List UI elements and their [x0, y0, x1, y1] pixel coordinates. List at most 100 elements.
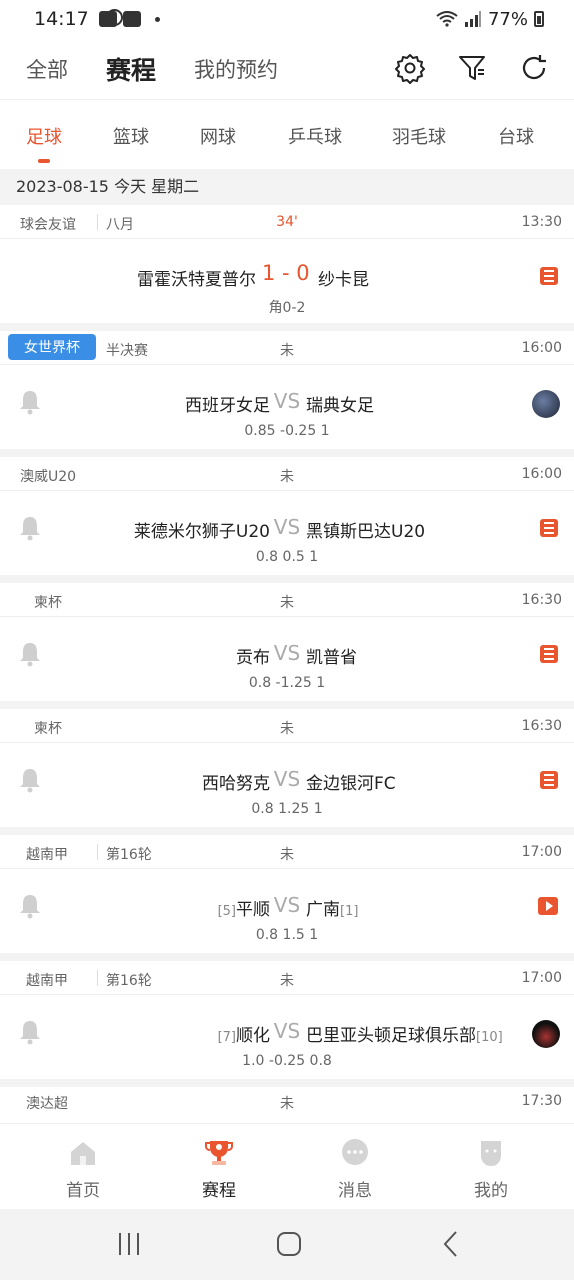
corner-score: 角0-2: [268, 300, 306, 316]
match-minute: 34': [276, 214, 298, 230]
nav-profile[interactable]: 我的: [441, 1138, 541, 1201]
nav-home[interactable]: 首页: [33, 1138, 133, 1201]
away-rank: [1]: [340, 904, 359, 919]
sync-icon: [106, 9, 123, 26]
gear-icon: [395, 54, 425, 84]
avatar[interactable]: [532, 1020, 560, 1048]
away-team: 巴里亚头顿足球俱乐部: [306, 1026, 476, 1046]
sport-tabs: 足球 篮球 网球 乒乓球 羽毛球 台球: [0, 101, 574, 169]
battery-icon: [534, 11, 544, 27]
system-nav-bar: [0, 1209, 574, 1280]
video-icon[interactable]: [538, 897, 558, 915]
signal-icon: [464, 11, 481, 27]
battery-level: 77%: [487, 8, 528, 30]
home-team: 西班牙女足: [185, 396, 270, 416]
away-team: 黑镇斯巴达U20: [306, 522, 426, 542]
top-nav: 全部 赛程 我的预约: [0, 38, 574, 100]
home-team: 莱德米尔狮子U20: [133, 522, 270, 542]
date-header: 2023-08-15 今天 星期二: [0, 169, 574, 205]
match-card[interactable]: 越南甲 第16轮 未 17:00 [5]平顺 VS 广南[1] 0.8 1.5 …: [0, 835, 574, 961]
news-icon[interactable]: [540, 519, 558, 537]
home-button[interactable]: [274, 1229, 304, 1259]
match-state: 未: [280, 973, 294, 989]
match-time: 17:00: [521, 970, 562, 986]
match-time: 17:00: [521, 844, 562, 860]
tab-all[interactable]: 全部: [26, 54, 68, 84]
filter-button[interactable]: [454, 50, 490, 86]
match-odds: 0.8 1.25 1: [251, 801, 323, 817]
match-card[interactable]: 柬杯 未 16:30 西哈努克 VS 金边银河FC 0.8 1.25 1: [0, 709, 574, 835]
avatar[interactable]: [532, 390, 560, 418]
filter-icon: [459, 56, 485, 80]
home-team: 西哈努克: [202, 774, 270, 794]
back-button[interactable]: [436, 1229, 466, 1259]
match-time: 16:30: [521, 592, 562, 608]
match-card[interactable]: 澳威U20 未 16:00 莱德米尔狮子U20 VS 黑镇斯巴达U20 0.8 …: [0, 457, 574, 583]
match-header: 女世界杯 半决赛 未 16:00: [0, 331, 574, 365]
sport-tab-table-tennis[interactable]: 乒乓球: [288, 123, 342, 149]
match-header: 澳威U20 未 16:00: [0, 457, 574, 491]
nav-home-label: 首页: [66, 1181, 100, 1201]
home-team: 贡布: [236, 648, 270, 668]
match-card[interactable]: 柬杯 未 16:30 贡布 VS 凯普省 0.8 -1.25 1: [0, 583, 574, 709]
sport-tab-badminton[interactable]: 羽毛球: [392, 123, 446, 149]
match-header: 柬杯 未 16:30: [0, 583, 574, 617]
settings-button[interactable]: [392, 50, 428, 86]
home-team-with-rank: [7]顺化: [218, 1021, 270, 1046]
trophy-icon: [205, 1141, 233, 1165]
match-teams: [7]顺化 VS 巴里亚头顿足球俱乐部[10]: [0, 1019, 574, 1049]
away-team: 金边银河FC: [306, 774, 396, 794]
match-state: 未: [280, 469, 294, 485]
sport-tab-football[interactable]: 足球: [26, 123, 62, 149]
away-team-with-rank: 巴里亚头顿足球俱乐部[10]: [306, 1021, 503, 1046]
refresh-icon: [522, 55, 546, 80]
match-list: 球会友谊 八月 34' 13:30 雷霍沃特夏普尔 1 - 0 纱卡昆 角0-2…: [0, 205, 574, 1087]
user-icon: [481, 1141, 501, 1166]
match-time: 13:30: [521, 214, 562, 230]
away-team: 凯普省: [306, 648, 357, 668]
status-time: 14:17: [34, 8, 89, 30]
match-teams: 西班牙女足 VS 瑞典女足: [0, 389, 574, 419]
nav-schedule-label: 赛程: [202, 1181, 236, 1201]
match-odds: 0.8 -1.25 1: [248, 675, 326, 691]
match-header: 球会友谊 八月 34' 13:30: [0, 205, 574, 239]
match-odds: 0.8 1.5 1: [255, 927, 319, 943]
news-icon[interactable]: [540, 267, 558, 285]
vs-label: VS: [273, 515, 301, 539]
match-header: 越南甲 第16轮 未 17:00: [0, 835, 574, 869]
match-teams: 西哈努克 VS 金边银河FC: [0, 767, 574, 797]
active-tab-indicator: [38, 159, 50, 163]
match-teams: 莱德米尔狮子U20 VS 黑镇斯巴达U20: [0, 515, 574, 545]
match-odds: 1.0 -0.25 0.8: [242, 1053, 332, 1069]
match-card[interactable]: 球会友谊 八月 34' 13:30 雷霍沃特夏普尔 1 - 0 纱卡昆 角0-2: [0, 205, 574, 331]
away-rank: [10]: [476, 1030, 503, 1045]
news-icon[interactable]: [540, 771, 558, 789]
home-rank: [5]: [217, 904, 236, 919]
nav-messages[interactable]: 消息: [305, 1138, 405, 1201]
tab-schedule[interactable]: 赛程: [106, 51, 156, 87]
wifi-icon: [436, 11, 458, 27]
tab-my-reservations[interactable]: 我的预约: [194, 54, 278, 84]
home-icon: [71, 1142, 95, 1165]
refresh-button[interactable]: [516, 50, 552, 86]
news-icon[interactable]: [540, 645, 558, 663]
app-notification-icon: [122, 11, 141, 27]
match-state: 未: [280, 343, 294, 359]
sport-tab-tennis[interactable]: 网球: [200, 123, 236, 149]
home-team: 顺化: [236, 1026, 270, 1046]
nav-messages-label: 消息: [338, 1181, 372, 1201]
away-team: 广南: [306, 900, 340, 920]
match-time: 16:00: [521, 340, 562, 356]
match-state: 未: [280, 595, 294, 611]
away-team: 瑞典女足: [306, 396, 374, 416]
match-state: 未: [280, 847, 294, 863]
sport-tab-billiards[interactable]: 台球: [498, 123, 534, 149]
recent-apps-button[interactable]: [114, 1229, 144, 1259]
match-card[interactable]: 越南甲 第16轮 未 17:00 [7]顺化 VS 巴里亚头顿足球俱乐部[10]…: [0, 961, 574, 1087]
sport-tab-basketball[interactable]: 篮球: [113, 123, 149, 149]
nav-schedule[interactable]: 赛程: [169, 1138, 269, 1201]
match-header: 越南甲 第16轮 未 17:00: [0, 961, 574, 995]
status-bar: 14:17 77%: [0, 0, 574, 38]
match-card[interactable]: 女世界杯 半决赛 未 16:00 西班牙女足 VS 瑞典女足 0.85 -0.2…: [0, 331, 574, 457]
match-header-partial[interactable]: 澳达超 未 17:30: [0, 1083, 574, 1123]
